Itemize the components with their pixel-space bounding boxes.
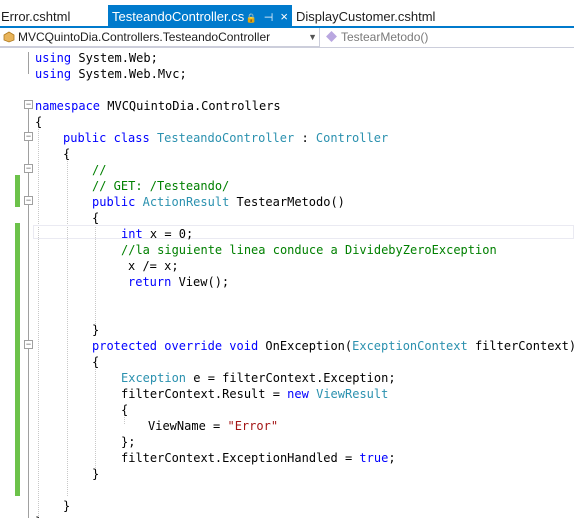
collapse-toggle[interactable]: − (24, 340, 33, 349)
tab-label: DisplayCustomer.cshtml (296, 9, 436, 24)
tab-displaycustomer-cshtml[interactable]: DisplayCustomer.cshtml (294, 5, 574, 28)
method-icon (326, 31, 337, 42)
member-text: TestearMetodo() (341, 30, 429, 44)
change-bar (15, 223, 20, 496)
code-line: } (92, 323, 100, 337)
code-line: { (63, 147, 71, 161)
close-icon[interactable]: × (280, 9, 288, 24)
class-dropdown[interactable]: MVCQuintoDia.Controllers.TesteandoContro… (0, 28, 320, 47)
collapse-toggle[interactable]: − (24, 164, 33, 173)
code-line: } (63, 499, 71, 513)
code-line: { (35, 115, 43, 129)
code-line: { (92, 355, 100, 369)
code-line: Exception e = filterContext.Exception; (121, 371, 396, 385)
code-line: filterContext.Result = new ViewResult (121, 387, 389, 401)
tab-label: TesteandoController.cs (112, 9, 245, 24)
code-line: public class TesteandoController : Contr… (63, 131, 389, 145)
change-bar (15, 175, 20, 207)
code-line: //la siguiente linea conduce a DividebyZ… (121, 243, 497, 257)
code-line: filterContext.ExceptionHandled = true; (121, 451, 396, 465)
code-line: { (121, 403, 129, 417)
tab-error-cshtml[interactable]: Error.cshtml (0, 5, 108, 28)
code-line: using System.Web; (35, 51, 158, 65)
chevron-down-icon: ▼ (308, 32, 317, 42)
code-line: // GET: /Testeando/ (92, 179, 230, 193)
class-path-text: MVCQuintoDia.Controllers.TesteandoContro… (18, 30, 271, 44)
pin-icon[interactable]: ⊣ (264, 12, 274, 24)
code-line: namespace MVCQuintoDia.Controllers (35, 99, 281, 113)
code-line: ViewName = "Error" (148, 419, 279, 433)
code-line: } (92, 467, 100, 481)
collapse-toggle[interactable]: − (24, 100, 33, 109)
lock-icon: 🔒 (245, 13, 257, 23)
code-line: using System.Web.Mvc; (35, 67, 187, 81)
code-line: // (92, 163, 107, 177)
code-line: x /= x; (128, 259, 179, 273)
code-line: protected override void OnException(Exce… (92, 339, 574, 353)
tab-label: Error.cshtml (1, 9, 71, 24)
class-icon (3, 31, 15, 43)
code-line: }; (121, 435, 136, 449)
navigation-bar: MVCQuintoDia.Controllers.TesteandoContro… (0, 28, 574, 48)
outline-line (28, 52, 29, 74)
code-line: return View(); (128, 275, 230, 289)
document-tab-bar: Error.cshtml TesteandoController.cs 🔒 ⊣ … (0, 0, 574, 28)
code-editor[interactable]: − − − − − using System.Web; using System… (0, 48, 574, 518)
code-line: public ActionResult TestearMetodo() (92, 195, 345, 209)
collapse-toggle[interactable]: − (24, 132, 33, 141)
tab-testeandocontroller-cs[interactable]: TesteandoController.cs 🔒 ⊣ × (108, 5, 292, 28)
code-line: int x = 0; (121, 227, 194, 241)
code-line: { (92, 211, 100, 225)
collapse-toggle[interactable]: − (24, 196, 33, 205)
member-dropdown[interactable]: TestearMetodo() (322, 28, 574, 47)
code-line: } (35, 514, 42, 518)
